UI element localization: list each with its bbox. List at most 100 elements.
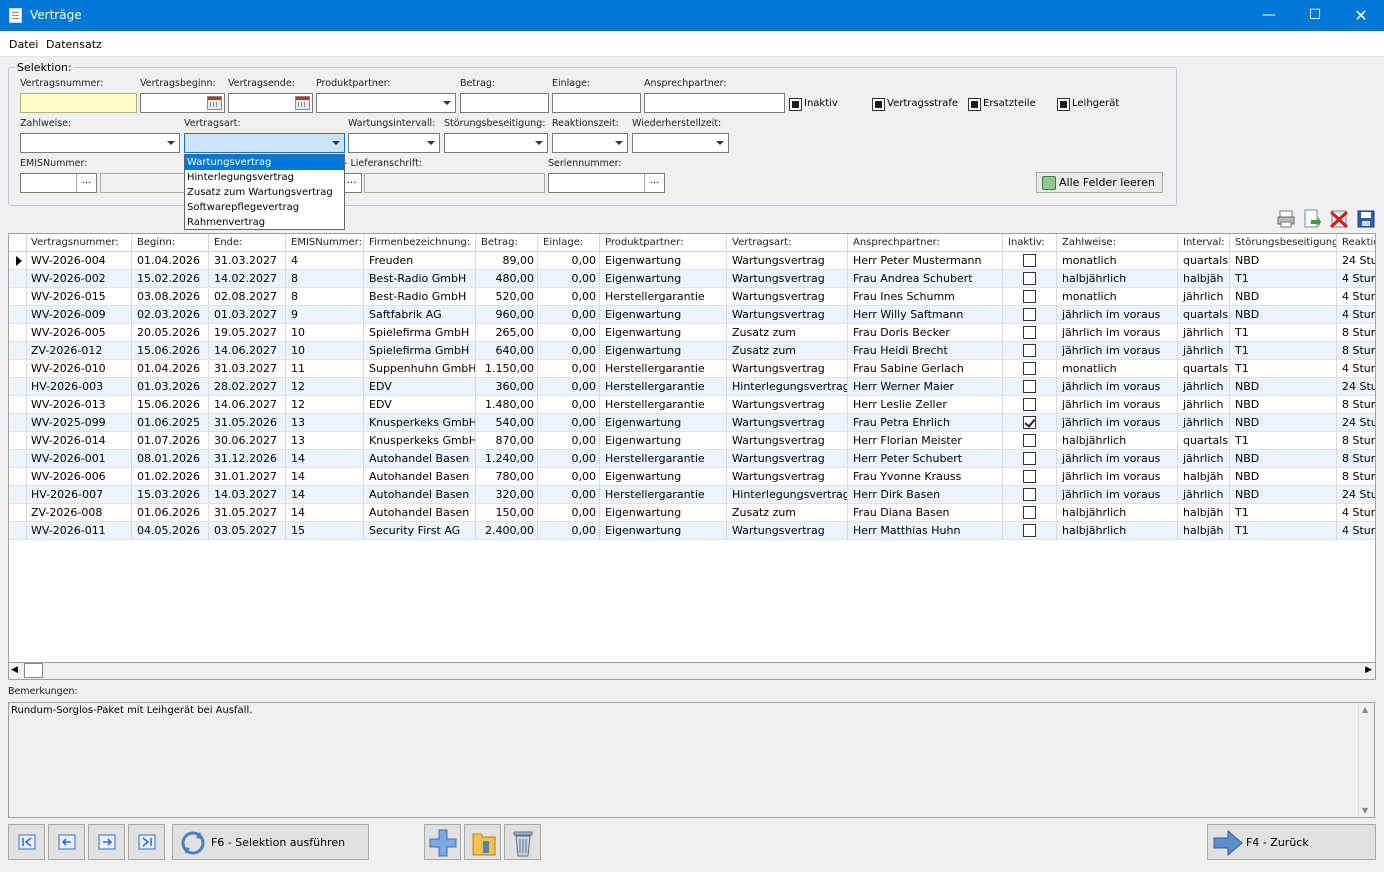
vertragsende-input[interactable] [228, 93, 313, 113]
cell-emis[interactable]: 11 [287, 360, 364, 378]
cell-ansprech[interactable]: Frau Ines Schumm [849, 288, 1003, 306]
cell-interval[interactable]: quartals [1179, 360, 1230, 378]
cell-zahlweise[interactable]: monatlich [1058, 252, 1178, 270]
cell-beginn[interactable]: 20.05.2026 [133, 324, 209, 342]
inaktiv-row-checkbox[interactable] [1023, 254, 1036, 267]
cell-betrag[interactable]: 1.480,00 [477, 396, 538, 414]
cell-art[interactable]: Wartungsvertrag [728, 450, 848, 468]
cell-nr[interactable]: HV-2026-007 [27, 486, 132, 504]
scroll-thumb[interactable] [24, 663, 43, 678]
cell-nr[interactable]: WV-2026-002 [27, 270, 132, 288]
cell-ende[interactable]: 31.01.2027 [210, 468, 286, 486]
last-record-button[interactable] [128, 824, 165, 860]
cell-inaktiv[interactable] [1004, 360, 1057, 378]
cell-ansprech[interactable]: Herr Peter Mustermann [849, 252, 1003, 270]
column-header[interactable]: Betrag: [477, 234, 538, 252]
inaktiv-checkbox[interactable] [789, 98, 802, 111]
cell-ende[interactable]: 28.02.2027 [210, 378, 286, 396]
column-header[interactable]: Reaktic [1338, 234, 1375, 252]
vertragsnummer-input[interactable] [20, 93, 137, 113]
cell-reaktion[interactable]: 24 Stun [1338, 252, 1375, 270]
cell-betrag[interactable]: 540,00 [477, 414, 538, 432]
dropdown-option[interactable]: Zusatz zum Wartungsvertrag [185, 185, 344, 200]
cell-art[interactable]: Zusatz zum [728, 324, 848, 342]
cell-beginn[interactable]: 04.05.2026 [133, 522, 209, 540]
cell-stoerung[interactable]: T1 [1231, 432, 1337, 450]
print-icon[interactable] [1276, 209, 1296, 229]
cell-interval[interactable]: jährlich [1179, 486, 1230, 504]
cell-ende[interactable]: 31.03.2027 [210, 252, 286, 270]
cell-zahlweise[interactable]: halbjährlich [1058, 270, 1178, 288]
cell-ansprech[interactable]: Herr Werner Maier [849, 378, 1003, 396]
cell-ansprech[interactable]: Herr Dirk Basen [849, 486, 1003, 504]
edit-record-button[interactable] [464, 824, 501, 860]
cell-ende[interactable]: 14.03.2027 [210, 486, 286, 504]
maximize-button[interactable]: ☐ [1292, 0, 1338, 31]
cell-betrag[interactable]: 320,00 [477, 486, 538, 504]
cell-zahlweise[interactable]: jährlich im voraus [1058, 324, 1178, 342]
emisnummer-input[interactable]: ... [20, 173, 97, 193]
cell-beginn[interactable]: 01.07.2026 [133, 432, 209, 450]
cell-art[interactable]: Wartungsvertrag [728, 360, 848, 378]
cell-ende[interactable]: 31.12.2026 [210, 450, 286, 468]
chevron-down-icon[interactable] [162, 134, 179, 152]
scroll-up-icon[interactable]: ▲ [1362, 705, 1368, 714]
cell-firma[interactable]: Best-Radio GmbH [365, 288, 476, 306]
cell-emis[interactable]: 8 [287, 288, 364, 306]
cell-reaktion[interactable]: 8 Stun [1338, 468, 1375, 486]
cell-art[interactable]: Zusatz zum [728, 342, 848, 360]
cell-stoerung[interactable]: T1 [1231, 270, 1337, 288]
cell-ansprech[interactable]: Herr Matthias Huhn [849, 522, 1003, 540]
cell-partner[interactable]: Herstellergarantie [601, 486, 727, 504]
cell-stoerung[interactable]: NBD [1231, 468, 1337, 486]
cell-firma[interactable]: Autohandel Basen [365, 486, 476, 504]
cell-betrag[interactable]: 1.150,00 [477, 360, 538, 378]
cell-ende[interactable]: 02.08.2027 [210, 288, 286, 306]
cell-einlage[interactable]: 0,00 [539, 306, 600, 324]
cell-nr[interactable]: WV-2026-005 [27, 324, 132, 342]
chevron-down-icon[interactable] [422, 134, 439, 152]
cell-firma[interactable]: Suppenhuhn GmbH [365, 360, 476, 378]
column-header[interactable]: Zahlweise: [1058, 234, 1178, 252]
cell-nr[interactable]: ZV-2026-008 [27, 504, 132, 522]
cell-partner[interactable]: Eigenwartung [601, 306, 727, 324]
vertragsstrafe-checkbox[interactable] [872, 98, 885, 111]
cell-nr[interactable]: WV-2026-006 [27, 468, 132, 486]
cell-stoerung[interactable]: NBD [1231, 252, 1337, 270]
cell-partner[interactable]: Eigenwartung [601, 432, 727, 450]
cell-inaktiv[interactable] [1004, 468, 1057, 486]
cell-emis[interactable]: 10 [287, 342, 364, 360]
cell-betrag[interactable]: 960,00 [477, 306, 538, 324]
cell-stoerung[interactable]: NBD [1231, 288, 1337, 306]
cell-emis[interactable]: 13 [287, 414, 364, 432]
vertical-scrollbar[interactable]: ▲ ▼ [1358, 703, 1374, 817]
cell-einlage[interactable]: 0,00 [539, 396, 600, 414]
cell-stoerung[interactable]: NBD [1231, 486, 1337, 504]
first-record-button[interactable] [8, 824, 45, 860]
cell-inaktiv[interactable] [1004, 378, 1057, 396]
cell-zahlweise[interactable]: jährlich im voraus [1058, 306, 1178, 324]
dropdown-option[interactable]: Wartungsvertrag [185, 155, 344, 170]
cell-emis[interactable]: 12 [287, 396, 364, 414]
cell-beginn[interactable]: 15.02.2026 [133, 270, 209, 288]
cell-art[interactable]: Hinterlegungsvertrag [728, 378, 848, 396]
seriennummer-input[interactable]: ... [548, 173, 665, 193]
cell-beginn[interactable]: 15.03.2026 [133, 486, 209, 504]
cell-firma[interactable]: Spielefirma GmbH [365, 324, 476, 342]
cell-betrag[interactable]: 89,00 [477, 252, 538, 270]
cell-firma[interactable]: Autohandel Basen [365, 450, 476, 468]
cell-stoerung[interactable]: T1 [1231, 522, 1337, 540]
cell-zahlweise[interactable]: jährlich im voraus [1058, 378, 1178, 396]
cell-reaktion[interactable]: 8 Stun [1338, 396, 1375, 414]
cell-ende[interactable]: 31.05.2027 [210, 504, 286, 522]
cell-emis[interactable]: 9 [287, 306, 364, 324]
cell-inaktiv[interactable] [1004, 486, 1057, 504]
table-row[interactable]: ZV-2026-012 15.06.2026 14.06.2027 10 Spielef… [9, 342, 1375, 360]
cell-beginn[interactable]: 15.06.2026 [133, 396, 209, 414]
cell-emis[interactable]: 12 [287, 378, 364, 396]
cell-reaktion[interactable]: 4 Stun [1338, 360, 1375, 378]
cell-firma[interactable]: Knusperkeks GmbH [365, 414, 476, 432]
cell-interval[interactable]: jährlich [1179, 324, 1230, 342]
dropdown-option[interactable]: Softwarepflegevertrag [185, 200, 344, 215]
cell-stoerung[interactable]: T1 [1231, 324, 1337, 342]
